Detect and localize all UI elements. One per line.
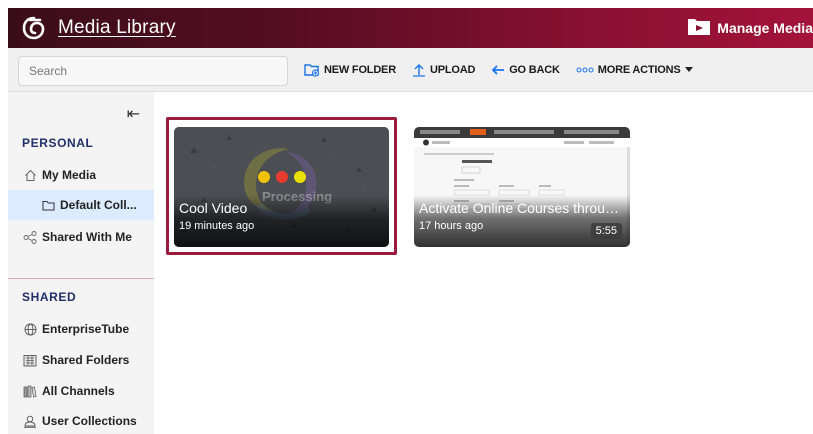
sidebar-item-enterprisetube[interactable]: EnterpriseTube: [8, 314, 154, 344]
processing-dot: [258, 171, 270, 183]
globe-icon: [22, 323, 38, 336]
processing-dots: [258, 171, 312, 183]
caret-down-icon: [684, 67, 693, 73]
media-card-cool-video[interactable]: Processing Cool Video 19 minutes ago: [174, 127, 389, 247]
upload-button[interactable]: UPLOAD: [412, 63, 475, 77]
more-dots-icon: [576, 66, 594, 74]
page-title[interactable]: Media Library: [58, 17, 176, 39]
folder-icon: [40, 200, 56, 211]
user-collections-icon: [22, 415, 38, 428]
sidebar-item-label: My Media: [42, 168, 97, 182]
kaltura-logo-icon[interactable]: [20, 14, 48, 42]
go-back-button[interactable]: GO BACK: [491, 64, 560, 76]
arrow-left-icon: [491, 64, 505, 76]
more-actions-button[interactable]: MORE ACTIONS: [576, 64, 693, 76]
sidebar-item-user-collections[interactable]: User Collections: [8, 406, 154, 434]
sidebar-item-label: EnterpriseTube: [42, 322, 130, 336]
media-timestamp: 17 hours ago: [419, 220, 484, 232]
upload-label: UPLOAD: [429, 64, 476, 76]
media-grid: Processing Cool Video 19 minutes ago: [154, 92, 813, 434]
media-title[interactable]: Activate Online Courses throug...: [419, 200, 624, 216]
media-title[interactable]: Cool Video: [179, 200, 379, 216]
sidebar-item-label: Shared Folders: [42, 353, 130, 367]
sidebar-item-label: All Channels: [42, 384, 115, 398]
search-input[interactable]: [18, 56, 288, 86]
sidebar-item-all-channels[interactable]: All Channels: [8, 376, 154, 406]
sidebar-divider: [8, 278, 154, 279]
section-title-shared: SHARED: [22, 290, 77, 304]
new-folder-label: NEW FOLDER: [324, 64, 396, 76]
toolbar-actions: NEW FOLDER UPLOAD GO BACK MORE ACTIONS: [304, 48, 709, 92]
collapse-sidebar-icon[interactable]: ⇤: [127, 104, 140, 124]
section-title-personal: PERSONAL: [22, 136, 94, 150]
manage-media-label: Manage Media: [717, 20, 813, 36]
toolbar: NEW FOLDER UPLOAD GO BACK: [8, 48, 813, 92]
media-card-activate-online-courses[interactable]: Activate Online Courses throug... 17 hou…: [414, 127, 630, 247]
sidebar-item-my-media[interactable]: My Media: [8, 160, 154, 190]
processing-dot: [276, 171, 288, 183]
sidebar-item-label: Shared With Me: [42, 230, 132, 244]
manage-media-button[interactable]: Manage Media: [687, 8, 813, 48]
media-library-app: Media Library Manage Media Search NEW FO…: [0, 0, 813, 434]
sidebar-item-shared-folders[interactable]: Shared Folders: [8, 345, 154, 375]
duration-badge: 5:55: [590, 223, 622, 239]
upload-icon: [412, 63, 426, 77]
media-folder-icon: [687, 16, 711, 41]
share-icon: [22, 230, 38, 244]
shared-folders-icon: [22, 354, 38, 367]
new-folder-icon: [304, 63, 320, 77]
go-back-label: GO BACK: [509, 64, 560, 76]
sidebar-item-shared-with-me[interactable]: Shared With Me: [8, 222, 154, 252]
more-actions-label: MORE ACTIONS: [597, 64, 681, 76]
sidebar-item-default-collection[interactable]: Default Coll...: [8, 190, 154, 220]
processing-dot: [294, 171, 306, 183]
sidebar-item-label: Default Coll...: [60, 198, 137, 212]
channels-icon: [22, 385, 38, 398]
new-folder-button[interactable]: NEW FOLDER: [304, 63, 396, 77]
home-icon: [22, 169, 38, 182]
sidebar: ⇤ PERSONAL My Media Default Coll... Shar…: [8, 92, 154, 434]
media-timestamp: 19 minutes ago: [179, 220, 255, 232]
sidebar-item-label: User Collections: [42, 414, 137, 428]
app-header: Media Library Manage Media: [8, 8, 813, 48]
